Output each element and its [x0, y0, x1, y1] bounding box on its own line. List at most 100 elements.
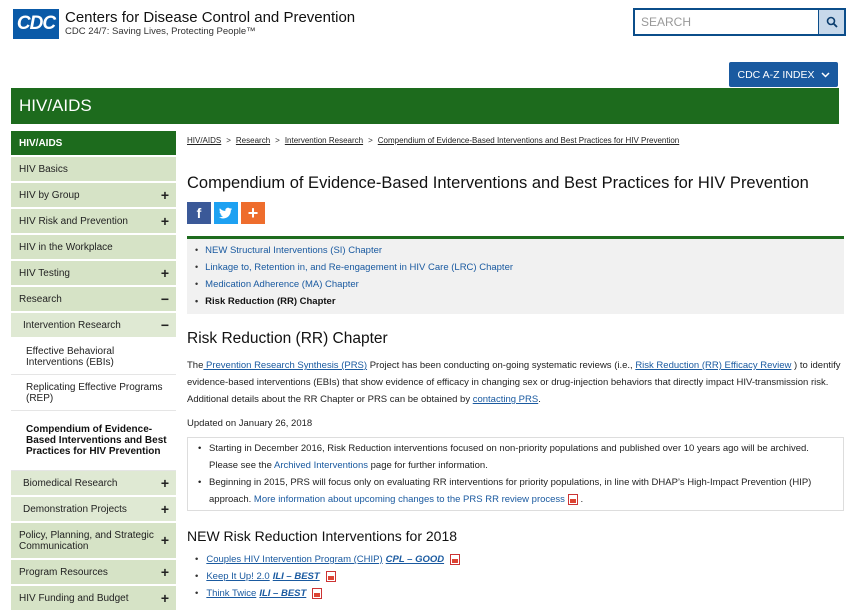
review-process-link[interactable]: More information about upcoming changes …: [254, 494, 565, 505]
breadcrumb-separator: >: [275, 135, 280, 145]
sidebar-item-demonstration-projects[interactable]: Demonstration Projects +: [11, 497, 176, 523]
sidebar-item-hiv-funding[interactable]: HIV Funding and Budget +: [11, 586, 176, 612]
pdf-icon: [450, 554, 461, 565]
search-input[interactable]: [635, 10, 818, 34]
notice-text: .: [577, 494, 584, 505]
az-index-label: CDC A-Z INDEX: [737, 68, 815, 81]
list-item: Keep It Up! 2.0 ILI – BEST: [195, 568, 846, 585]
intervention-tag[interactable]: ILI – BEST: [273, 568, 320, 585]
main-content: HIV/AIDS > Research > Intervention Resea…: [187, 131, 846, 602]
notice-item: Beginning in 2015, PRS will focus only o…: [198, 474, 833, 508]
sidebar-item-label: Compendium of Evidence-Based Interventio…: [26, 424, 167, 457]
sidebar-item-hiv-risk[interactable]: HIV Risk and Prevention +: [11, 209, 176, 235]
breadcrumb-intervention-research[interactable]: Intervention Research: [285, 136, 363, 145]
sidebar-item-label: HIV in the Workplace: [19, 241, 113, 253]
breadcrumb-hiv-aids[interactable]: HIV/AIDS: [187, 136, 221, 145]
intervention-tag[interactable]: CPL – GOOD: [386, 551, 444, 568]
breadcrumb: HIV/AIDS > Research > Intervention Resea…: [187, 131, 846, 149]
expand-icon[interactable]: +: [161, 590, 169, 606]
updated-date: Updated on January 26, 2018: [187, 418, 313, 429]
sidebar-item-label: HIV by Group: [19, 189, 80, 201]
sidebar-item-label: HIV Basics: [19, 163, 68, 175]
sidebar-item-hiv-aids[interactable]: HIV/AIDS: [11, 131, 176, 157]
sidebar-item-program-resources[interactable]: Program Resources +: [11, 560, 176, 586]
sidebar-item-label: Program Resources: [19, 566, 108, 578]
breadcrumb-separator: >: [226, 135, 231, 145]
expand-icon[interactable]: +: [161, 265, 169, 281]
collapse-icon[interactable]: −: [161, 317, 169, 333]
sidebar-item-label: HIV Testing: [19, 267, 70, 279]
new-interventions-title: NEW Risk Reduction Interventions for 201…: [187, 528, 458, 544]
notice-box: Starting in December 2016, Risk Reductio…: [187, 437, 844, 511]
sidebar-item-biomedical-research[interactable]: Biomedical Research +: [11, 471, 176, 497]
sidebar-item-label: Biomedical Research: [23, 477, 118, 489]
more-share-button[interactable]: +: [241, 202, 265, 224]
archived-interventions-link[interactable]: Archived Interventions: [274, 460, 368, 471]
rr-efficacy-review-link[interactable]: Risk Reduction (RR) Efficacy Review: [635, 360, 791, 371]
prs-link[interactable]: Prevention Research Synthesis (PRS): [203, 360, 367, 371]
search-button[interactable]: [818, 10, 844, 34]
breadcrumb-research[interactable]: Research: [236, 136, 270, 145]
section-title: Risk Reduction (RR) Chapter: [187, 330, 388, 347]
logo-text: Centers for Disease Control and Preventi…: [65, 9, 355, 38]
sidebar-item-intervention-research[interactable]: Intervention Research −: [11, 313, 176, 339]
search-icon: [826, 16, 838, 28]
sidebar-item-label: Demonstration Projects: [23, 503, 127, 515]
intervention-link[interactable]: Couples HIV Intervention Program (CHIP): [206, 551, 382, 568]
pdf-icon: [325, 571, 336, 582]
new-interventions-list: Couples HIV Intervention Program (CHIP) …: [187, 551, 846, 602]
sidebar-item-hiv-workplace[interactable]: HIV in the Workplace: [11, 235, 176, 261]
intervention-tag[interactable]: ILI – BEST: [259, 585, 306, 602]
sidebar-item-policy[interactable]: Policy, Planning, and Strategic Communic…: [11, 523, 176, 560]
sidebar-item-label: Replicating Effective Programs (REP): [26, 381, 163, 404]
twitter-share-button[interactable]: [214, 202, 238, 224]
sidebar-item-label: HIV Risk and Prevention: [19, 215, 128, 227]
intro-paragraph: The Prevention Research Synthesis (PRS) …: [187, 357, 846, 408]
page-title: Compendium of Evidence-Based Interventio…: [187, 174, 809, 192]
expand-icon[interactable]: +: [161, 213, 169, 229]
expand-icon[interactable]: +: [161, 533, 169, 547]
pdf-icon: [567, 493, 578, 505]
sidebar-item-compendium[interactable]: Compendium of Evidence-Based Interventio…: [11, 411, 176, 471]
twitter-icon: [219, 207, 232, 219]
plus-icon: +: [247, 202, 259, 223]
banner-title[interactable]: HIV/AIDS: [19, 96, 92, 116]
cdc-logo[interactable]: CDC Centers for Disease Control and Prev…: [13, 9, 355, 39]
expand-icon[interactable]: +: [161, 187, 169, 203]
chapter-link-lrc[interactable]: Linkage to, Retention in, and Re-engagem…: [195, 259, 844, 276]
sidebar-item-label: Intervention Research: [23, 319, 121, 331]
facebook-share-button[interactable]: f: [187, 202, 211, 224]
para-text: The: [187, 360, 204, 371]
sidebar-item-label: Policy, Planning, and Strategic Communic…: [19, 529, 154, 552]
sidebar-item-research[interactable]: Research −: [11, 287, 176, 313]
az-index-button[interactable]: CDC A-Z INDEX: [729, 62, 838, 87]
sidebar-item-label: HIV Funding and Budget: [19, 592, 129, 604]
logo-title: Centers for Disease Control and Preventi…: [65, 9, 356, 26]
search-box: [633, 8, 846, 36]
expand-icon[interactable]: +: [161, 501, 169, 517]
notice-item: Starting in December 2016, Risk Reductio…: [198, 440, 833, 474]
collapse-icon[interactable]: −: [161, 291, 169, 307]
contacting-prs-link[interactable]: contacting PRS: [473, 394, 538, 405]
sidebar-item-hiv-by-group[interactable]: HIV by Group +: [11, 183, 176, 209]
pdf-icon: [312, 588, 323, 599]
notice-text: page for further information.: [367, 460, 488, 471]
intervention-link[interactable]: Keep It Up! 2.0: [206, 568, 269, 585]
sidebar-item-hiv-basics[interactable]: HIV Basics: [11, 157, 176, 183]
chapter-link-si[interactable]: NEW Structural Interventions (SI) Chapte…: [195, 242, 844, 259]
expand-icon[interactable]: +: [161, 564, 169, 580]
intervention-link[interactable]: Think Twice: [206, 585, 256, 602]
sidebar-item-ebis[interactable]: Effective Behavioral Interventions (EBIs…: [11, 339, 176, 375]
chapter-link-ma[interactable]: Medication Adherence (MA) Chapter: [195, 276, 844, 293]
sidebar-item-hiv-testing[interactable]: HIV Testing +: [11, 261, 176, 287]
facebook-icon: f: [196, 205, 202, 221]
sidebar-item-label: Research: [19, 293, 62, 305]
cdc-logo-mark: CDC: [13, 9, 59, 39]
expand-icon[interactable]: +: [161, 475, 169, 491]
breadcrumb-compendium[interactable]: Compendium of Evidence-Based Interventio…: [378, 136, 680, 145]
sidebar-nav: HIV/AIDS HIV Basics HIV by Group + HIV R…: [11, 131, 176, 612]
breadcrumb-separator: >: [368, 135, 373, 145]
sidebar-item-rep[interactable]: Replicating Effective Programs (REP): [11, 375, 176, 411]
site-header: CDC Centers for Disease Control and Prev…: [0, 0, 850, 88]
list-item: Think Twice ILI – BEST: [195, 585, 846, 602]
